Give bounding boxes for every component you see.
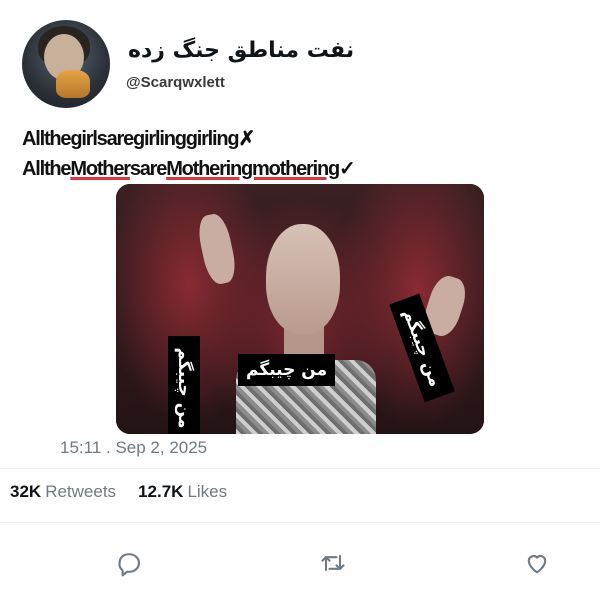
- display-name[interactable]: نفت مناطق جنگ زده: [128, 38, 354, 63]
- retweet-icon: [321, 554, 345, 572]
- user-handle[interactable]: @Scarqwxlett: [126, 74, 225, 91]
- check-mark: ✓: [339, 158, 356, 180]
- retweet-button[interactable]: [316, 546, 350, 580]
- highlighted-text: Motheringmothering: [166, 158, 340, 180]
- tweet-text: Allthegirlsaregirlinggirling✗ AlltheMoth…: [22, 124, 582, 184]
- avatar[interactable]: [22, 20, 110, 108]
- like-icon: [527, 555, 547, 574]
- tweet-stats: 32K Retweets 12.7K Likes: [10, 482, 249, 502]
- divider: [0, 522, 600, 523]
- reply-button[interactable]: [112, 546, 146, 580]
- avatar-drink: [56, 70, 90, 98]
- tweet-text-line-1: Allthegirlsaregirlinggirling✗: [22, 124, 582, 154]
- media-face: [266, 224, 340, 334]
- like-button[interactable]: [520, 546, 554, 580]
- tweet-text-line-2: AlltheMothersareMotheringmothering✓: [22, 154, 582, 184]
- caption-center: من چیبگم: [238, 354, 336, 386]
- cross-mark: ✗: [238, 128, 255, 150]
- reply-icon: [118, 553, 140, 577]
- text-part: Allthegirlsaregirlinggirling: [22, 128, 240, 150]
- retweets-label[interactable]: Retweets: [45, 482, 116, 501]
- highlighted-text: Mother: [70, 158, 131, 180]
- retweets-count[interactable]: 32K: [10, 482, 41, 501]
- caption-left: من چیبگم: [168, 336, 200, 434]
- text-part: Allthe: [22, 158, 72, 180]
- tweet-timestamp[interactable]: 15:11 . Sep 2, 2025: [60, 438, 207, 458]
- likes-label[interactable]: Likes: [187, 482, 227, 501]
- likes-count[interactable]: 12.7K: [138, 482, 183, 501]
- text-part: sare: [129, 158, 168, 180]
- divider: [0, 468, 600, 469]
- tweet-media-image[interactable]: من چیبگم من چیبگم من چیبگم: [116, 184, 484, 434]
- tweet-header: نفت مناطق جنگ زده @Scarqwxlett: [0, 0, 600, 120]
